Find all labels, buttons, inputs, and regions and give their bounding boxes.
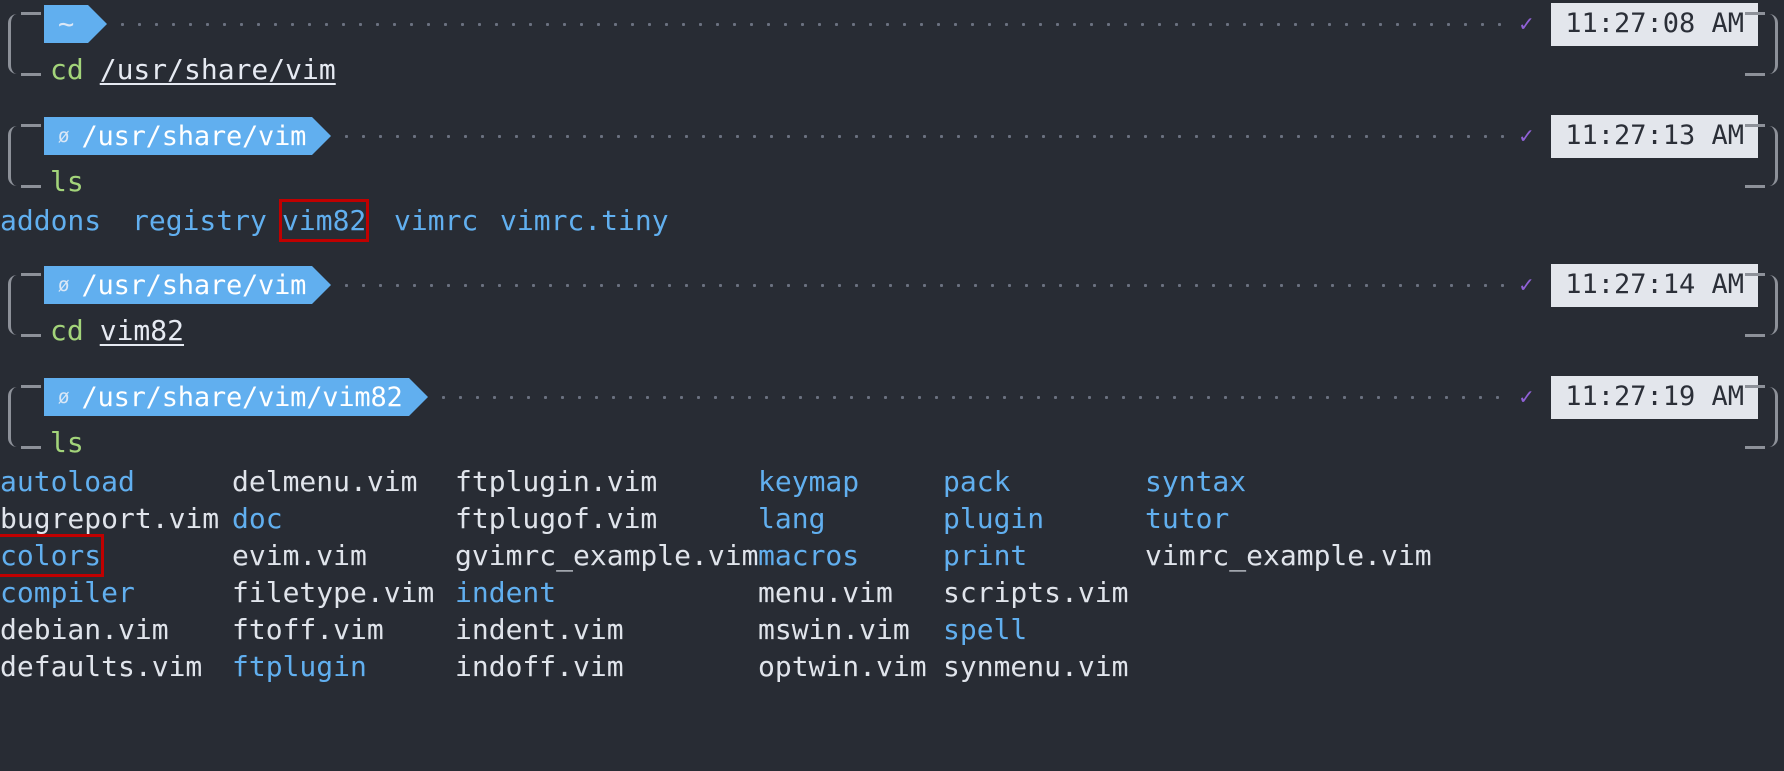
directory-entry: ftplugof.vim [455,502,658,535]
prompt-dotted-filler [338,117,1508,155]
directory-entry: evim.vim [232,539,367,572]
prompt-timestamp: 11:27:08 AM [1551,2,1758,46]
directory-entry: print [943,539,1028,572]
highlighted-entry: vim82 [282,204,367,237]
directory-entry: indent.vim [455,613,624,646]
prompt-row: ~ ✓ 11:27:08 AM [0,0,1784,76]
directory-entry: macros [758,539,860,572]
command-output: autoload delmenu.vim ftplugin.vim keymap pac… [0,463,1784,685]
prompt-path: /usr/share/vim [81,120,307,152]
command-argument: vim82 [99,313,185,347]
prompt-row: ø/usr/share/vim ✓ 11:27:14 AM [0,261,1784,337]
directory-entry: menu.vim [758,576,893,609]
directory-entry: filetype.vim [232,576,435,609]
output-row: colors evim.vim gvimrc_example.vim macros pr… [0,537,1784,574]
directory-entry: scripts.vim [943,576,1129,609]
directory-entry: synmenu.vim [943,650,1129,683]
git-status-icon: ø [58,124,70,147]
directory-entry: ftplugin [232,650,367,683]
directory-entry: gvimrc_example.vim [455,539,759,572]
command-block: ~ ✓ 11:27:08 AM cd/usr/share/vim [0,0,1784,112]
directory-entry: lang [758,502,826,535]
home-icon: ~ [58,8,75,40]
prompt-path: /usr/share/vim/vim82 [81,381,403,413]
directory-entry: ftoff.vim [232,613,384,646]
git-status-icon: ø [58,273,70,296]
directory-entry: optwin.vim [758,650,927,683]
prompt-segment: ~ [44,5,108,43]
prompt-segment: ø/usr/share/vim [44,117,332,155]
directory-entry: ftplugin.vim [455,465,658,498]
check-icon: ✓ [1519,122,1534,149]
directory-entry: vimrc [394,204,479,237]
output-row: debian.vim ftoff.vim indent.vim mswin.vim sp… [0,611,1784,648]
directory-entry: plugin [943,502,1045,535]
git-status-icon: ø [58,385,70,408]
prompt-path: /usr/share/vim [81,269,307,301]
prompt-timestamp: 11:27:19 AM [1551,375,1758,419]
output-row: addons registry vim82 vimrc vimrc.tiny [0,202,1784,239]
directory-entry: autoload [0,465,135,498]
output-row: compiler filetype.vim indent menu.vim script… [0,574,1784,611]
prompt-row: ø/usr/share/vim/vim82 ✓ 11:27:19 AM [0,373,1784,449]
check-icon: ✓ [1519,383,1534,410]
directory-entry: keymap [758,465,860,498]
prompt-dotted-filler [338,266,1508,304]
prompt-dotted-filler [434,378,1508,416]
highlighted-entry: colors [0,539,102,572]
prompt-timestamp: 11:27:13 AM [1551,114,1758,158]
command-name: ls [50,425,84,459]
directory-entry: vimrc.tiny [500,204,669,237]
directory-entry: compiler [0,576,135,609]
directory-entry: addons [0,204,102,237]
command-line[interactable]: ls [0,160,1784,202]
output-row: bugreport.vim doc ftplugof.vim lang plugin tu… [0,500,1784,537]
check-icon: ✓ [1519,10,1534,37]
directory-entry: doc [232,502,283,535]
command-line[interactable]: ls [0,421,1784,463]
directory-entry: pack [943,465,1011,498]
output-row: defaults.vim ftplugin indoff.vim optwin.vim… [0,648,1784,685]
prompt-segment: ø/usr/share/vim [44,266,332,304]
directory-entry: delmenu.vim [232,465,418,498]
directory-entry: tutor [1145,502,1230,535]
directory-entry: spell [943,613,1028,646]
directory-entry: syntax [1145,465,1247,498]
directory-entry: bugreport.vim [0,502,220,535]
directory-entry: defaults.vim [0,650,203,683]
directory-entry: indent [455,576,557,609]
check-icon: ✓ [1519,271,1534,298]
command-output: addons registry vim82 vimrc vimrc.tiny [0,202,1784,239]
command-block: ø/usr/share/vim ✓ 11:27:14 AM cd vim82 [0,261,1784,373]
directory-entry: indoff.vim [455,650,624,683]
output-row: autoload delmenu.vim ftplugin.vim keymap pac… [0,463,1784,500]
command-name: cd [50,52,84,86]
command-name: ls [50,164,84,198]
directory-entry: registry [132,204,267,237]
prompt-dotted-filler [114,5,1508,43]
directory-entry: vimrc_example.vim [1145,539,1432,572]
command-block: ø/usr/share/vim/vim82 ✓ 11:27:19 AM ls autol… [0,373,1784,707]
prompt-row: ø/usr/share/vim ✓ 11:27:13 AM [0,112,1784,188]
command-block: ø/usr/share/vim ✓ 11:27:13 AM ls addons regis… [0,112,1784,261]
directory-entry: mswin.vim [758,613,910,646]
terminal-window: ~ ✓ 11:27:08 AM cd/usr/share/vim ø/usr/share… [0,0,1784,771]
prompt-segment: ø/usr/share/vim/vim82 [44,378,428,416]
command-line[interactable]: cd/usr/share/vim [0,48,1784,90]
prompt-timestamp: 11:27:14 AM [1551,263,1758,307]
command-name: cd [50,313,84,347]
command-line[interactable]: cd vim82 [0,309,1784,351]
command-argument: /usr/share/vim [99,52,336,86]
directory-entry: debian.vim [0,613,169,646]
